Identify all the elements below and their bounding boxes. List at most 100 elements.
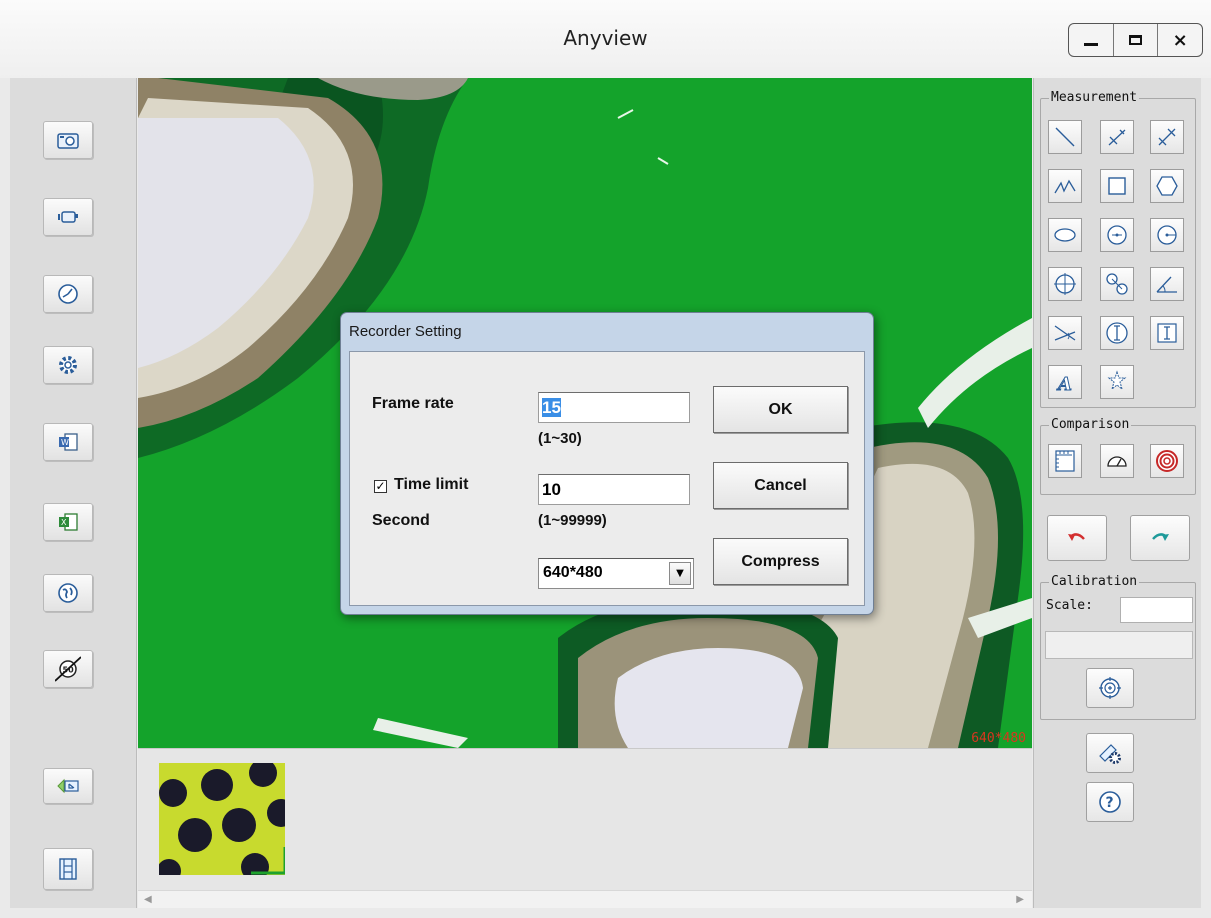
angle-line-tool-button[interactable] xyxy=(1100,120,1134,154)
text-cursor-tool-button[interactable] xyxy=(1150,316,1184,350)
two-circles-tool-button[interactable] xyxy=(1100,267,1134,301)
time-limit-input[interactable]: 10 xyxy=(538,474,690,505)
gear-icon xyxy=(59,356,77,374)
cross-angle-tool-button[interactable] xyxy=(1048,316,1082,350)
text-annotation-icon: A xyxy=(1056,374,1073,396)
calibrate-button[interactable] xyxy=(1086,668,1134,708)
angle-line-icon xyxy=(1108,129,1126,146)
target-rings-icon xyxy=(1156,450,1178,472)
chevron-down-icon[interactable]: ▼ xyxy=(669,562,691,585)
circle-crosshair-tool-button[interactable] xyxy=(1048,267,1082,301)
compress-button[interactable]: Compress xyxy=(713,538,848,585)
polygon-tool-button[interactable] xyxy=(1150,169,1184,203)
two-circles-icon xyxy=(1106,273,1128,295)
circle-radius-tool-button[interactable] xyxy=(1150,218,1184,252)
camera-icon xyxy=(57,133,79,149)
language-button[interactable] xyxy=(43,574,93,612)
globe-icon xyxy=(58,583,78,603)
dimension-line-tool-button[interactable] xyxy=(1150,120,1184,154)
frame-rate-value: 15 xyxy=(542,398,561,417)
frame-rate-range: (1~30) xyxy=(538,430,582,447)
ellipse-icon xyxy=(1054,228,1076,242)
help-icon: ? xyxy=(1099,791,1121,813)
recorder-setting-dialog: Recorder Setting Frame rate 15 (1~30) ✓ … xyxy=(340,312,874,615)
resolution-select-value: 640*480 xyxy=(543,564,603,581)
film-strip-icon xyxy=(59,858,77,880)
scale-input[interactable] xyxy=(1120,597,1193,623)
second-label: Second xyxy=(372,512,430,529)
film-button[interactable] xyxy=(43,848,93,890)
thumbnail-image xyxy=(159,763,285,875)
svg-text:A: A xyxy=(1056,374,1072,395)
resolution-overlay: 640*480 xyxy=(971,731,1026,746)
time-limit-range: (1~99999) xyxy=(538,512,607,529)
thumbnail-strip: ◀ ▶ xyxy=(138,748,1032,908)
window-controls: × xyxy=(1068,23,1203,57)
target-tool-button[interactable] xyxy=(1150,444,1184,478)
calibration-value-field[interactable] xyxy=(1045,631,1193,659)
minimize-button[interactable] xyxy=(1069,24,1114,56)
ruler-gear-icon xyxy=(1099,744,1121,764)
ruler-tool-button[interactable] xyxy=(1048,444,1082,478)
undo-button[interactable] xyxy=(1047,515,1107,561)
resolution-select[interactable]: 640*480 ▼ xyxy=(538,558,694,589)
ruler-icon xyxy=(1055,450,1075,472)
video-camera-icon xyxy=(58,211,78,223)
frame-rate-input[interactable]: 15 xyxy=(538,392,690,423)
time-limit-checkbox[interactable]: ✓ xyxy=(374,480,387,493)
polygon-icon xyxy=(1156,176,1178,196)
auto-detect-icon xyxy=(1107,370,1127,391)
ruler-settings-button[interactable] xyxy=(1086,733,1134,773)
dialog-body: Frame rate 15 (1~30) ✓ Time limit 10 Sec… xyxy=(349,351,865,606)
record-button[interactable] xyxy=(43,198,93,236)
redo-button[interactable] xyxy=(1130,515,1190,561)
close-button[interactable]: × xyxy=(1158,24,1202,56)
text-annotation-tool-button[interactable]: A xyxy=(1048,365,1082,399)
dimension-line-icon xyxy=(1158,128,1176,146)
word-doc-icon: W xyxy=(59,433,78,451)
undo-icon xyxy=(1068,533,1085,541)
protractor-tool-button[interactable] xyxy=(1100,444,1134,478)
ok-button[interactable]: OK xyxy=(713,386,848,433)
svg-text:X: X xyxy=(61,518,67,527)
auto-detect-tool-button[interactable] xyxy=(1100,365,1134,399)
maximize-button[interactable] xyxy=(1114,24,1159,56)
calibration-label: Calibration xyxy=(1049,574,1140,589)
export-excel-button[interactable]: X xyxy=(43,503,93,541)
clock-icon xyxy=(58,284,78,304)
close-icon: × xyxy=(1172,29,1188,51)
redo-icon xyxy=(1152,533,1169,541)
vertical-circle-icon xyxy=(1106,322,1128,344)
timer-button[interactable] xyxy=(43,275,93,313)
protractor-icon xyxy=(1107,456,1127,467)
help-button[interactable]: ? xyxy=(1086,782,1134,822)
circle-center-tool-button[interactable] xyxy=(1100,218,1134,252)
excel-doc-icon: X xyxy=(59,513,78,531)
settings-button[interactable] xyxy=(43,346,93,384)
time-limit-label: Time limit xyxy=(394,476,469,493)
vertical-circle-tool-button[interactable] xyxy=(1100,316,1134,350)
angle-tool-button[interactable] xyxy=(1150,267,1184,301)
export-word-button[interactable]: W xyxy=(43,423,93,461)
polyline-icon xyxy=(1054,179,1076,194)
title-bar: Anyview × xyxy=(0,0,1211,78)
ellipse-tool-button[interactable] xyxy=(1048,218,1082,252)
cancel-button[interactable]: Cancel xyxy=(713,462,848,509)
left-toolbar: W X 50 xyxy=(10,78,137,908)
angle-icon xyxy=(1156,276,1177,293)
import-arrow-icon xyxy=(57,778,79,794)
rectangle-tool-button[interactable] xyxy=(1100,169,1134,203)
polyline-tool-button[interactable] xyxy=(1048,169,1082,203)
scroll-left-icon[interactable]: ◀ xyxy=(144,894,152,905)
svg-text:W: W xyxy=(61,438,69,447)
maximize-icon xyxy=(1129,35,1142,45)
horizontal-scrollbar[interactable]: ◀ ▶ xyxy=(138,890,1032,908)
disable-50hz-button[interactable]: 50 xyxy=(43,650,93,688)
snapshot-button[interactable] xyxy=(43,121,93,159)
import-button[interactable] xyxy=(43,768,93,804)
app-window: Anyview × W X 640*480 ◀ ▶ Measurement Co… xyxy=(0,0,1211,918)
thumbnail-item[interactable] xyxy=(159,763,285,875)
window-title: Anyview xyxy=(563,26,648,50)
scroll-right-icon[interactable]: ▶ xyxy=(1016,894,1024,905)
line-tool-button[interactable] xyxy=(1048,120,1082,154)
